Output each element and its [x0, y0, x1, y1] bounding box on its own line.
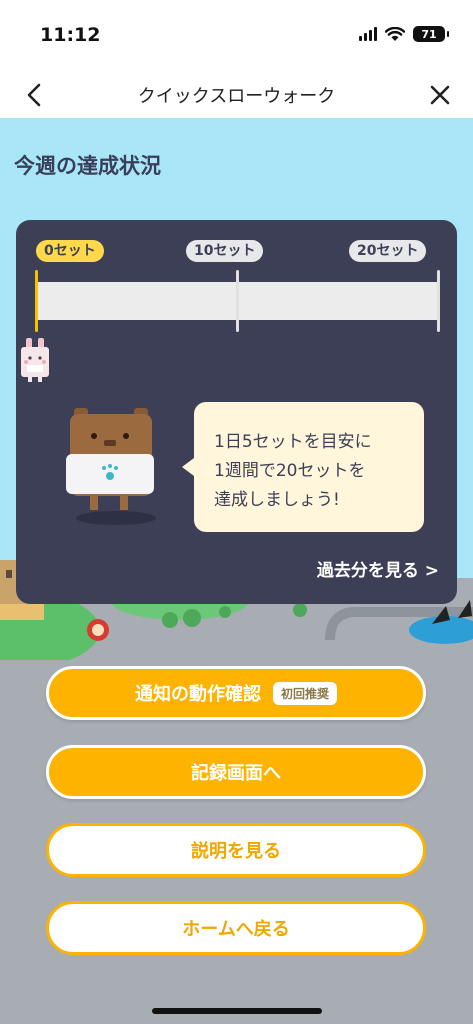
recommended-badge: 初回推奨 — [272, 681, 337, 705]
section-title: 今週の達成状況 — [14, 154, 161, 178]
milestone-label-20: 20セット — [349, 240, 427, 262]
goal-message-line: 達成しましょう! — [214, 490, 340, 510]
battery-icon: 71 — [413, 26, 449, 42]
goal-message-bubble: 1日5セットを目安に 1週間で20セットを 達成しましょう! — [182, 402, 424, 532]
bear-mascot-icon — [66, 408, 156, 525]
notification-test-label: 通知の動作確認 — [134, 684, 261, 705]
nav-bar: クイックスローウォーク — [0, 72, 473, 119]
status-icons: 71 — [359, 26, 449, 42]
wifi-icon — [385, 26, 405, 41]
progress-tick-20 — [437, 270, 440, 332]
status-time: 11:12 — [40, 24, 101, 46]
record-screen-label: 記録画面へ — [191, 763, 281, 784]
page-title: クイックスローウォーク — [137, 86, 336, 107]
progress-tick-10 — [236, 270, 239, 332]
bunny-marker-icon — [21, 338, 49, 382]
milestone-label-0: 0セット — [36, 240, 104, 262]
goal-message-line: 1週間で20セットを — [214, 461, 366, 481]
home-indicator[interactable] — [152, 1008, 322, 1014]
progress-tick-0 — [35, 270, 38, 332]
record-screen-button[interactable]: 記録画面へ — [46, 745, 426, 799]
goal-message-line: 1日5セットを目安に — [214, 432, 372, 452]
back-to-home-button[interactable]: ホームへ戻る — [46, 901, 426, 955]
status-bar: 11:12 71 — [0, 0, 473, 72]
back-to-home-label: ホームへ戻る — [182, 919, 290, 940]
notification-test-button[interactable]: 通知の動作確認 初回推奨 — [46, 666, 426, 720]
past-records-link[interactable]: 過去分を見る > — [317, 556, 439, 581]
explanation-label: 説明を見る — [191, 841, 281, 862]
weekly-progress-card: 0セット 10セット 20セット 1日5セットを目安に 1週間で20セットを 達… — [16, 220, 457, 604]
signal-icon — [359, 27, 377, 41]
explanation-button[interactable]: 説明を見る — [46, 823, 426, 877]
milestone-label-10: 10セット — [186, 240, 264, 262]
close-icon[interactable] — [423, 78, 457, 112]
